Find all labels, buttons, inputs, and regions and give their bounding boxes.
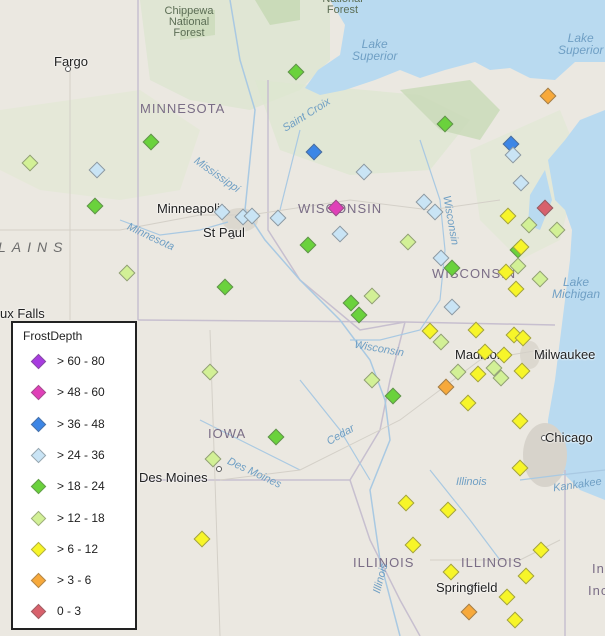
legend-item: > 24 - 36 <box>13 446 133 466</box>
label-illinois-river: Illinois <box>456 476 487 488</box>
legend-item-label: > 6 - 12 <box>57 541 99 556</box>
legend-swatch-icon <box>30 385 47 401</box>
legend-swatch-icon <box>30 478 47 495</box>
label-indiana-partial: Inc <box>588 583 605 598</box>
legend-item: > 48 - 60 <box>13 383 133 403</box>
legend-item-label: > 18 - 24 <box>57 479 105 494</box>
frost-depth-map[interactable]: Chippewa National Forest National Forest… <box>0 0 605 636</box>
label-lake-superior: Lake Superior <box>352 37 398 63</box>
legend-swatch-icon <box>30 353 47 370</box>
label-minnesota: MINNESOTA <box>140 101 226 116</box>
legend-item: > 3 - 6 <box>13 571 133 591</box>
label-chippewa-forest: Chippewa National Forest <box>164 5 214 39</box>
map-legend: FrostDepth > 60 - 80 > 48 - 60 > 36 - 48 > … <box>11 321 137 630</box>
legend-item-label: > 3 - 6 <box>57 573 92 588</box>
legend-title: FrostDepth <box>23 329 83 343</box>
legend-swatch-icon <box>30 510 47 526</box>
legend-item-label: > 24 - 36 <box>57 447 105 462</box>
legend-swatch-icon <box>30 572 47 589</box>
legend-item: 0 - 3 <box>13 602 133 622</box>
label-des-moines: Des Moines <box>139 470 208 485</box>
label-lake-superior-2: Lake Superior <box>558 31 604 57</box>
label-indiana-partial-2: In <box>592 561 605 576</box>
label-national-forest: National Forest <box>322 0 362 16</box>
legend-item: > 60 - 80 <box>13 352 133 372</box>
legend-item-label: > 60 - 80 <box>57 354 105 368</box>
legend-item: > 18 - 24 <box>13 477 133 497</box>
label-iowa: IOWA <box>208 426 247 441</box>
label-plains: LAINS <box>0 239 69 255</box>
legend-item: > 36 - 48 <box>13 415 133 435</box>
legend-swatch-icon <box>30 447 47 464</box>
legend-swatch-icon <box>30 541 47 558</box>
label-fargo: Fargo <box>54 54 88 69</box>
label-lake-michigan: Lake Michigan <box>552 275 601 301</box>
legend-item-label: > 48 - 60 <box>57 385 105 400</box>
label-milwaukee: Milwaukee <box>534 347 596 362</box>
label-illinois-2: ILLINOIS <box>461 555 523 570</box>
legend-item: > 12 - 18 <box>13 509 133 529</box>
legend-swatch-icon <box>30 604 47 620</box>
legend-item-label: 0 - 3 <box>57 604 82 619</box>
legend-swatch-icon <box>30 416 47 432</box>
label-st-paul: St Paul <box>203 225 245 240</box>
label-chicago: Chicago <box>545 430 593 445</box>
label-sioux-falls: ux Falls <box>0 306 45 321</box>
legend-item: > 6 - 12 <box>13 540 133 560</box>
legend-item-label: > 36 - 48 <box>57 416 105 431</box>
label-springfield: Springfield <box>436 580 498 595</box>
legend-item-label: > 12 - 18 <box>57 510 105 525</box>
